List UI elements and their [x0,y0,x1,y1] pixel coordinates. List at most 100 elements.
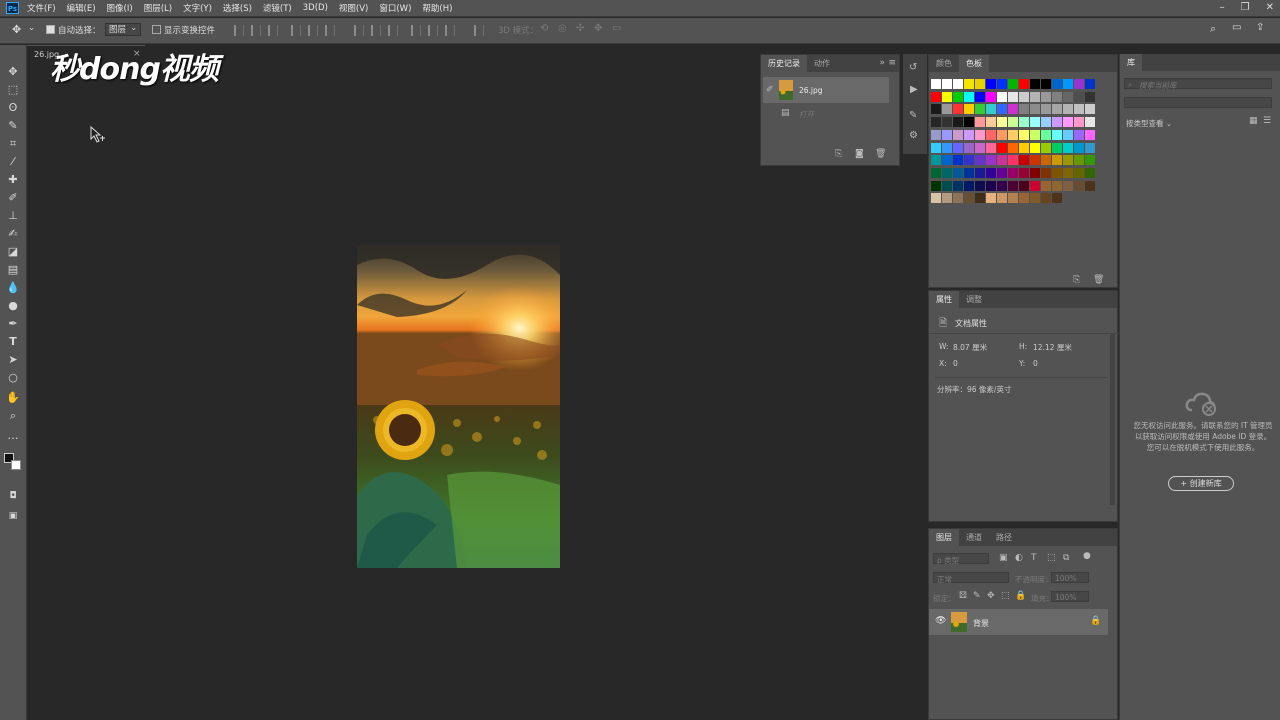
distribute-left-icon[interactable] [411,25,421,36]
layer-row[interactable]: 👁 背景 🔒 [929,609,1108,635]
tab-adjustments[interactable]: 调整 [959,291,989,308]
tab-swatches[interactable]: 色板 [959,55,989,72]
color-swatch[interactable] [1052,155,1062,166]
play-icon[interactable]: ▶ [910,84,918,95]
auto-select-dropdown[interactable]: 图层 [105,22,142,36]
color-swatch[interactable] [1052,91,1062,102]
menu-view[interactable]: 视图(V) [339,2,368,14]
color-swatch[interactable] [1008,104,1018,115]
canvas-image[interactable] [357,245,560,568]
color-swatch[interactable] [1041,155,1051,166]
color-swatch[interactable] [953,117,963,128]
color-swatch[interactable] [975,104,985,115]
color-swatch[interactable] [1019,155,1029,166]
color-swatch[interactable] [975,167,985,178]
filter-type-icon[interactable]: T [1031,553,1037,563]
trash-icon[interactable]: 🗑 [875,149,886,159]
brush-tool-icon[interactable]: ✐ [6,191,20,205]
color-swatch[interactable] [1041,193,1051,204]
distribute-hcenter-icon[interactable] [428,25,438,36]
color-swatch[interactable] [997,91,1007,102]
collapse-panel-icon[interactable]: » [879,58,885,68]
color-swatch[interactable] [1074,117,1084,128]
color-swatch[interactable] [1074,155,1084,166]
color-swatch[interactable] [1052,142,1062,153]
menu-select[interactable]: 选择(S) [223,2,252,14]
color-swatch[interactable] [1085,155,1095,166]
align-top-icon[interactable] [234,25,244,36]
color-swatch[interactable] [1063,167,1073,178]
color-swatch[interactable] [1052,104,1062,115]
color-swatch[interactable] [942,193,952,204]
color-swatch[interactable] [1041,129,1051,140]
color-swatch[interactable] [1008,117,1018,128]
3d-scale-icon[interactable]: ▭ [612,23,621,34]
color-swatch[interactable] [1019,129,1029,140]
lock-pixels-icon[interactable]: ✎ [973,591,981,601]
eraser-tool-icon[interactable]: ◪ [6,245,20,259]
close-icon[interactable]: ✕ [1266,2,1274,13]
color-swatch[interactable] [1074,142,1084,153]
color-swatch[interactable] [931,167,941,178]
filter-smart-object-icon[interactable]: ⧉ [1063,553,1069,563]
height-value[interactable]: 12.12 厘米 [1033,342,1072,353]
color-swatch[interactable] [1063,117,1073,128]
color-swatch[interactable] [964,79,974,89]
color-swatch[interactable] [964,193,974,204]
color-swatch[interactable] [931,129,941,140]
color-swatch[interactable] [1019,193,1029,204]
x-value[interactable]: 0 [953,359,958,368]
color-swatch[interactable] [1052,129,1062,140]
align-hcenter-icon[interactable] [308,25,318,36]
move-tool-icon[interactable]: ✥ [12,23,21,36]
library-search-input[interactable]: ⌕ 搜索当前库 [1124,78,1272,90]
gradient-tool-icon[interactable]: ▤ [6,263,20,277]
color-swatch[interactable] [1074,104,1084,115]
color-swatch[interactable] [1030,91,1040,102]
library-select-dropdown[interactable] [1124,97,1272,108]
color-swatch[interactable] [997,79,1007,89]
eye-icon[interactable]: 👁 [935,616,946,626]
brush-settings-icon[interactable]: ✎ [909,110,917,121]
grid-view-icon[interactable]: ▦ [1249,116,1258,126]
color-swatch[interactable] [1030,180,1040,191]
color-swatch[interactable] [1030,117,1040,128]
color-swatch[interactable] [1052,79,1062,89]
color-swatch[interactable] [986,104,996,115]
y-value[interactable]: 0 [1033,359,1038,368]
marquee-tool-icon[interactable]: ⬚ [6,83,20,97]
color-swatch[interactable] [1063,180,1073,191]
menu-edit[interactable]: 编辑(E) [67,2,96,14]
chevron-down-icon[interactable]: ⌄ [28,23,35,33]
menu-type[interactable]: 文字(Y) [183,2,212,14]
trash-icon[interactable]: 🗑 [1093,275,1104,285]
share-icon[interactable]: ⇪ [1256,22,1264,33]
tab-libraries[interactable]: 库 [1120,54,1142,71]
color-swatch[interactable] [986,180,996,191]
zoom-tool-icon[interactable]: ⌕ [6,409,20,423]
color-swatch[interactable] [997,104,1007,115]
color-swatch[interactable] [1074,91,1084,102]
color-swatch[interactable] [1074,129,1084,140]
color-swatch[interactable] [1074,79,1084,89]
color-swatch[interactable] [942,117,952,128]
color-swatch[interactable] [975,91,985,102]
color-swatch[interactable] [1030,167,1040,178]
color-swatch[interactable] [1019,79,1029,89]
align-bottom-icon[interactable] [268,25,278,36]
color-swatch[interactable] [942,180,952,191]
more-tools-icon[interactable]: … [6,429,20,443]
history-snapshot-row[interactable]: ✐ 26.jpg [763,77,889,103]
color-swatch[interactable] [953,79,963,89]
color-swatch[interactable] [931,91,941,102]
type-tool-icon[interactable]: T [6,335,20,349]
distribute-top-icon[interactable] [354,25,364,36]
filter-pixel-icon[interactable]: ▣ [999,553,1008,563]
align-vcenter-icon[interactable] [251,25,261,36]
color-swatch[interactable] [986,167,996,178]
lock-position-icon[interactable]: ✥ [987,591,995,601]
history-brush-tool-icon[interactable]: ✍ [6,227,20,241]
eyedropper-tool-icon[interactable]: ⁄ [6,155,20,169]
color-swatch[interactable] [942,155,952,166]
auto-select-checkbox[interactable]: 自动选择： [46,24,101,36]
